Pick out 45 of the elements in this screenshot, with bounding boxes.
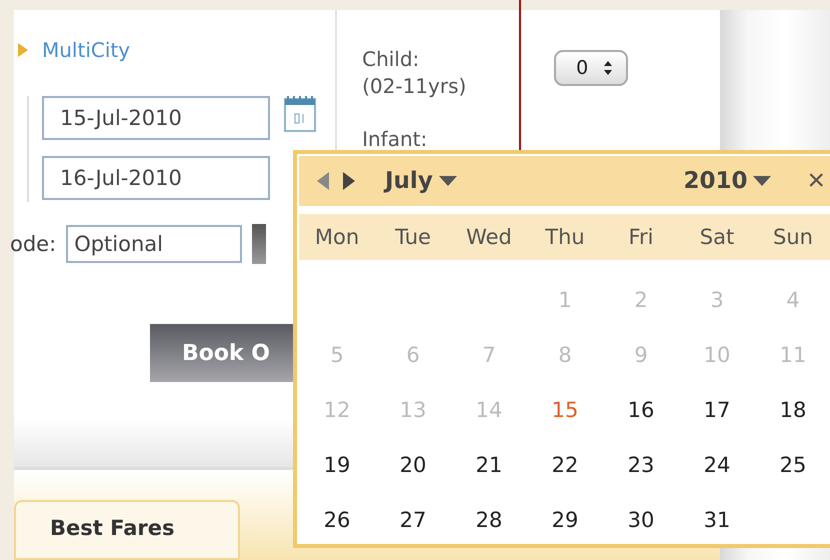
- weekday-label: Thu: [544, 225, 586, 249]
- date-field[interactable]: 16-Jul-2010: [42, 156, 270, 200]
- calendar-day[interactable]: 19: [324, 452, 350, 476]
- year-select[interactable]: 2010: [683, 168, 772, 194]
- triangle-icon: [18, 43, 28, 57]
- calendar-icon[interactable]: [284, 94, 316, 132]
- promo-code-label: ode:: [10, 232, 56, 256]
- calendar-day[interactable]: 15: [552, 398, 578, 422]
- weekday-label: Fri: [627, 225, 655, 249]
- calendar-day[interactable]: 21: [476, 452, 502, 476]
- stepper-icon: [604, 61, 612, 75]
- weekday-label: Sat: [698, 225, 736, 249]
- calendar-day[interactable]: 22: [552, 452, 578, 476]
- calendar-day[interactable]: 29: [552, 508, 578, 532]
- month-select[interactable]: July: [385, 168, 457, 194]
- calendar-day[interactable]: 31: [704, 508, 730, 532]
- calendar-day[interactable]: 18: [780, 398, 806, 422]
- best-fares-tab[interactable]: Best Fares: [14, 500, 240, 560]
- calendar-day[interactable]: 24: [704, 452, 730, 476]
- previous-month-icon[interactable]: [317, 172, 329, 190]
- passenger-label: Infant:: [362, 126, 428, 153]
- close-button[interactable]: ×: [807, 164, 825, 198]
- calendar-day[interactable]: 20: [400, 452, 426, 476]
- calendar-day[interactable]: 25: [780, 452, 806, 476]
- calendar-day[interactable]: 16: [628, 398, 654, 422]
- passenger-label: Child:: [362, 46, 420, 73]
- book-button[interactable]: Book O: [150, 324, 293, 382]
- weekday-label: Tue: [394, 225, 432, 249]
- calendar-day[interactable]: 26: [324, 508, 350, 532]
- caret-icon: [438, 176, 457, 186]
- age-range-label: (02-11yrs): [362, 73, 468, 100]
- calendar-day[interactable]: 28: [476, 508, 502, 532]
- weekday-label: Wed: [465, 225, 513, 249]
- date-field[interactable]: 15-Jul-2010: [42, 96, 270, 140]
- calendar-day[interactable]: 30: [628, 508, 654, 532]
- search-button[interactable]: [252, 224, 266, 264]
- weekday-label: Sun: [772, 225, 814, 249]
- promo-code-field[interactable]: Optional: [66, 225, 242, 263]
- calendar-day[interactable]: 23: [628, 452, 654, 476]
- calendar-day[interactable]: 17: [704, 398, 730, 422]
- count-select[interactable]: 0: [554, 50, 628, 86]
- next-month-icon[interactable]: [343, 172, 355, 190]
- calendar-day[interactable]: 27: [400, 508, 426, 532]
- caret-icon: [753, 176, 772, 186]
- weekday-label: Mon: [314, 225, 360, 249]
